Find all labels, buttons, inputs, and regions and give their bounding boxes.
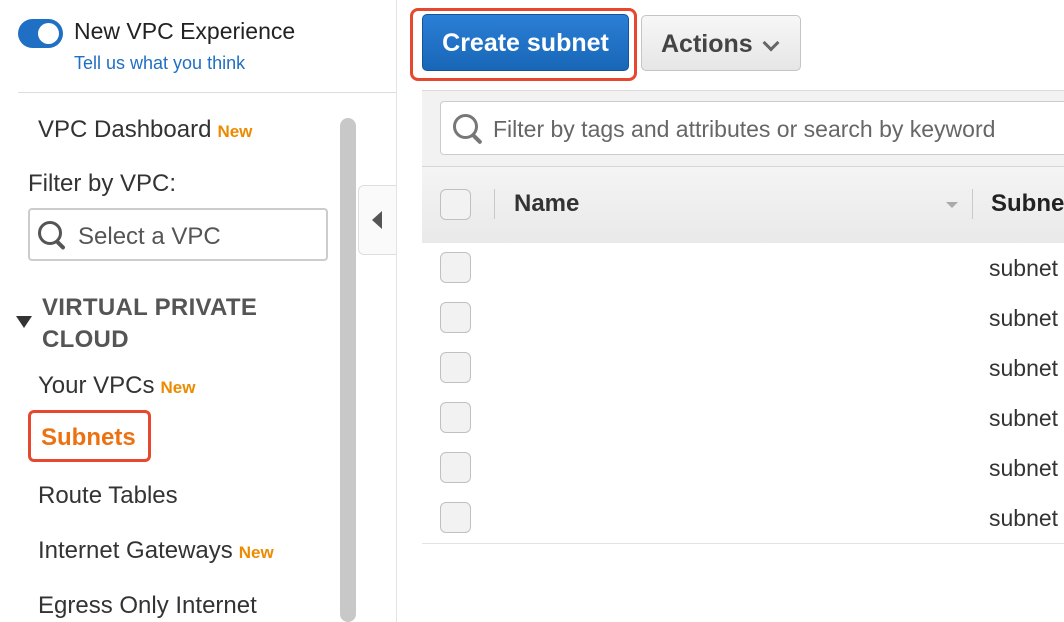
caret-down-icon[interactable]: [16, 316, 32, 328]
table-row[interactable]: subnet: [422, 393, 1064, 444]
row-checkbox[interactable]: [440, 452, 471, 483]
subnet-id-cell: subnet: [989, 455, 1059, 481]
vpc-select[interactable]: Select a VPC: [28, 208, 328, 261]
column-header-subnet[interactable]: Subne: [991, 190, 1064, 218]
search-placeholder: Filter by tags and attributes or search …: [493, 116, 996, 142]
row-checkbox[interactable]: [440, 402, 471, 433]
table-row[interactable]: subnet: [422, 343, 1064, 394]
sort-icon[interactable]: [946, 202, 958, 208]
sidebar-item-label: Egress Only Internet: [38, 592, 257, 619]
sidebar-item-subnets[interactable]: Subnets: [28, 410, 151, 462]
table-row[interactable]: subnet: [422, 443, 1064, 494]
feedback-link[interactable]: Tell us what you think: [74, 53, 245, 74]
row-checkbox[interactable]: [440, 302, 471, 333]
subnet-id-cell: subnet: [989, 405, 1059, 431]
subnet-id-cell: subnet: [989, 355, 1059, 381]
subnet-id-cell: subnet: [989, 255, 1059, 281]
filter-by-vpc-label: Filter by VPC:: [28, 170, 177, 197]
chevron-down-icon: [762, 34, 780, 52]
actions-label: Actions: [661, 30, 753, 58]
row-checkbox[interactable]: [440, 352, 471, 383]
sidebar: New VPC Experience Tell us what you thin…: [0, 0, 397, 622]
row-checkbox[interactable]: [440, 502, 471, 533]
new-badge: New: [217, 122, 253, 141]
sidebar-item-label: Subnets: [41, 424, 136, 451]
sidebar-item-label: VPC Dashboard: [38, 116, 212, 143]
column-header-name[interactable]: Name: [514, 190, 579, 218]
create-subnet-button[interactable]: Create subnet: [422, 14, 629, 71]
actions-dropdown-button[interactable]: Actions: [641, 15, 801, 71]
search-input[interactable]: Filter by tags and attributes or search …: [440, 101, 1064, 155]
select-all-checkbox[interactable]: [440, 189, 471, 220]
collapse-sidebar-button[interactable]: [358, 185, 396, 255]
divider: [18, 92, 396, 93]
sidebar-scrollbar[interactable]: [340, 118, 356, 622]
sidebar-item-route-tables[interactable]: Route Tables: [38, 482, 178, 510]
sidebar-item-internet-gateways[interactable]: Internet Gateways New: [38, 537, 274, 565]
experience-title: New VPC Experience: [74, 18, 296, 44]
new-badge: New: [238, 543, 274, 562]
sidebar-item-label: Internet Gateways: [38, 537, 233, 564]
new-experience-toggle[interactable]: [18, 19, 63, 48]
vpc-select-placeholder: Select a VPC: [78, 223, 221, 250]
subnet-id-cell: subnet: [989, 505, 1059, 531]
sidebar-item-your-vpcs[interactable]: Your VPCs New: [38, 372, 195, 400]
sidebar-item-label: Route Tables: [38, 482, 178, 509]
subnet-id-cell: subnet: [989, 305, 1059, 331]
column-divider: [972, 189, 973, 219]
chevron-left-icon: [372, 211, 382, 229]
section-title-virtual-private-cloud[interactable]: VIRTUAL PRIVATE CLOUD: [42, 292, 302, 356]
sidebar-item-egress-only-internet[interactable]: Egress Only Internet: [38, 592, 257, 620]
table-row[interactable]: subnet: [422, 293, 1064, 344]
table-row[interactable]: subnet: [422, 493, 1064, 544]
new-badge: New: [160, 378, 196, 397]
sidebar-item-label: Your VPCs: [38, 372, 155, 399]
row-checkbox[interactable]: [440, 252, 471, 283]
column-divider: [494, 189, 495, 219]
table-row[interactable]: subnet: [422, 243, 1064, 294]
toggle-knob: [38, 23, 59, 44]
sidebar-item-vpc-dashboard[interactable]: VPC Dashboard New: [38, 116, 252, 144]
